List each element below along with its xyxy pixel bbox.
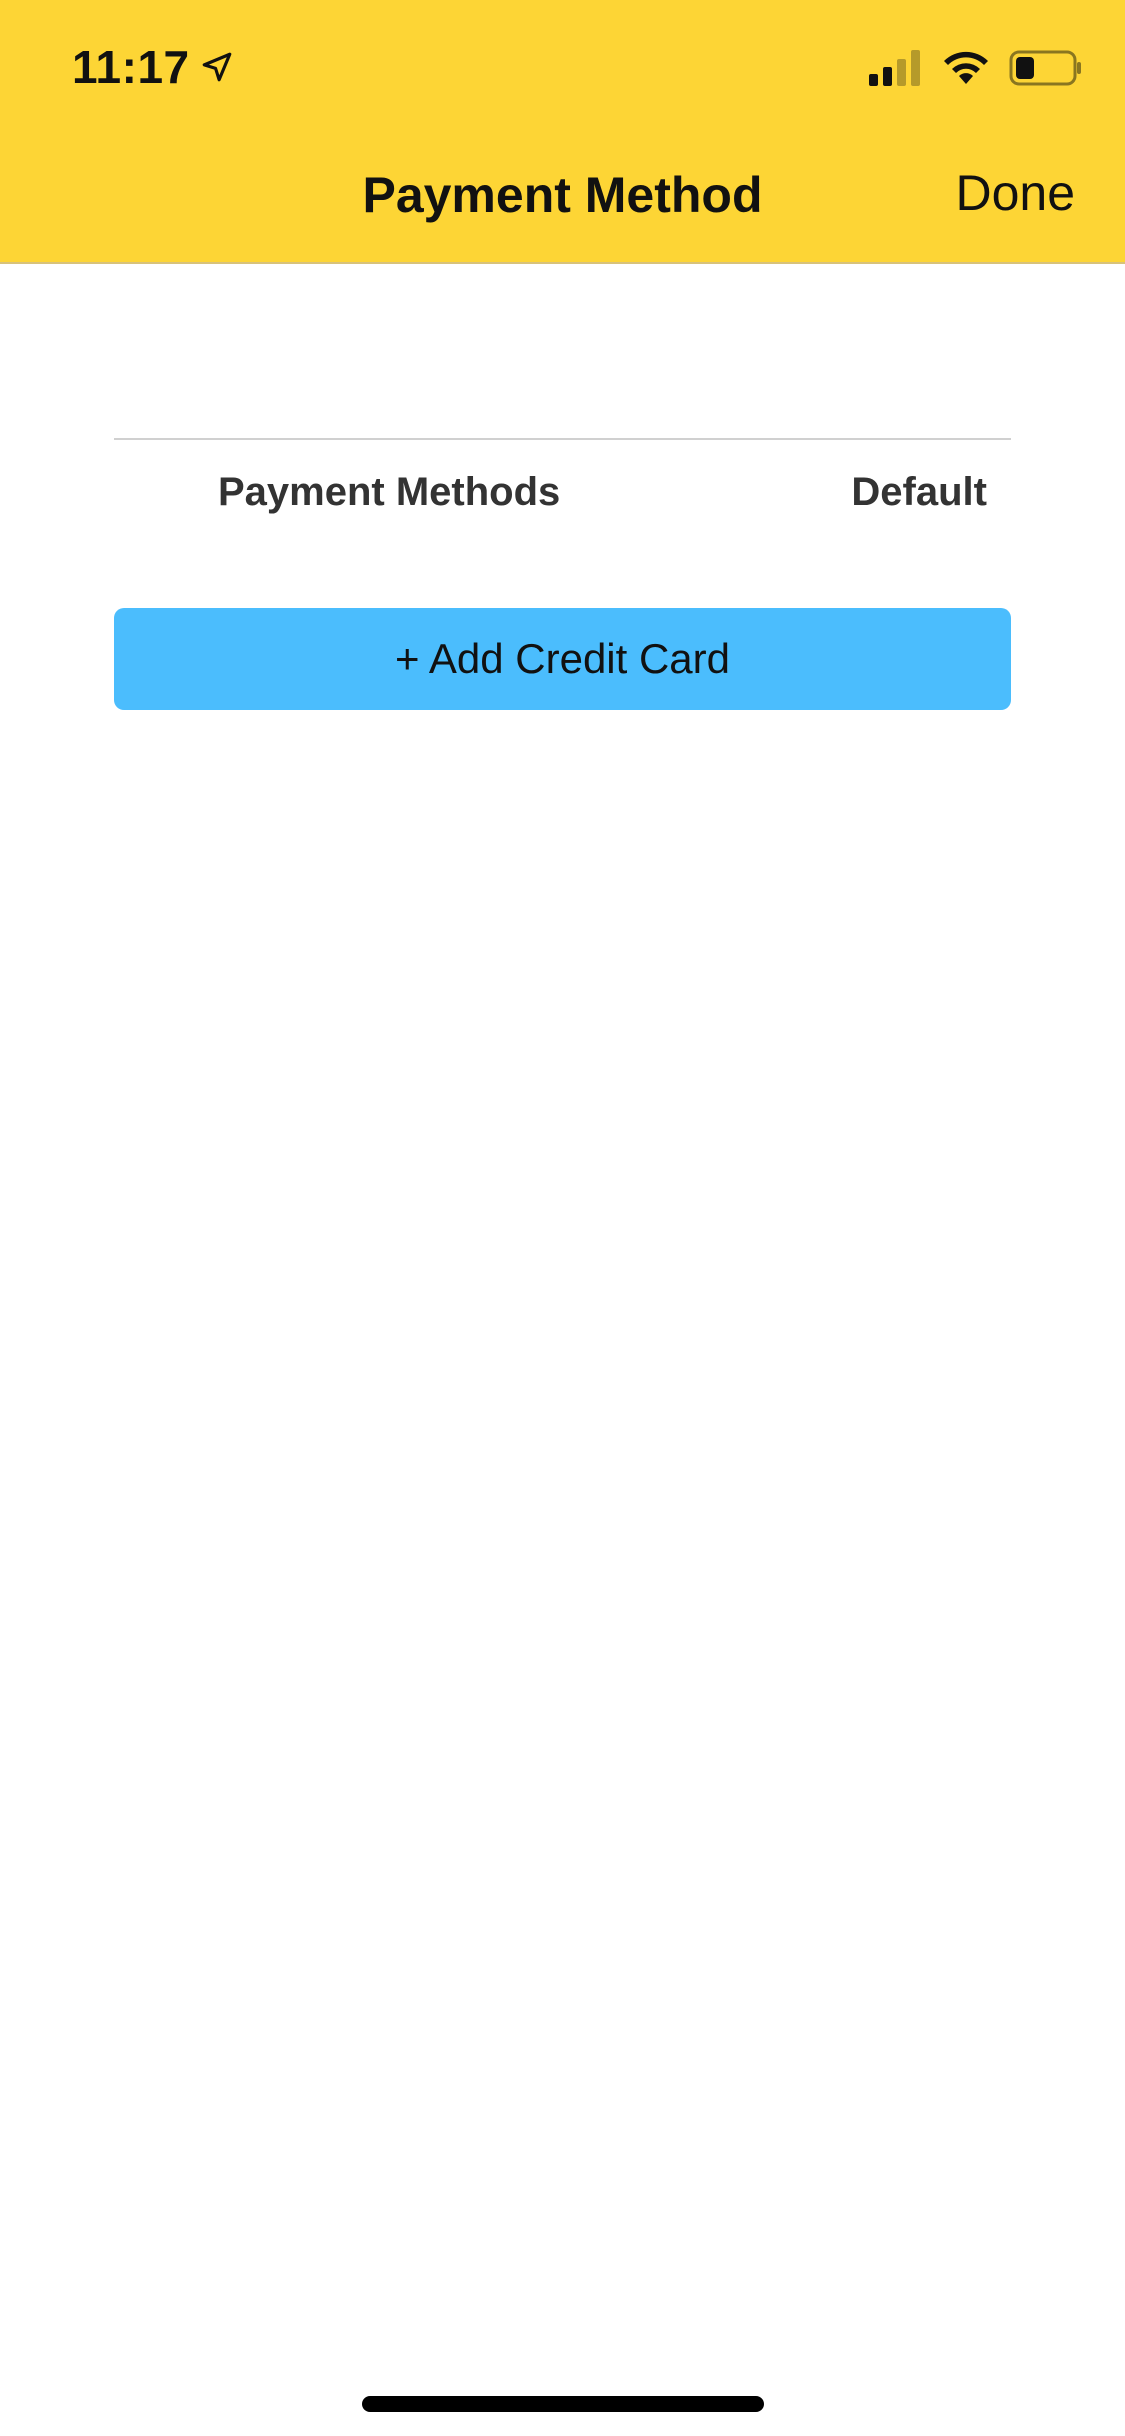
wifi-icon — [944, 51, 988, 84]
column-header-payment-methods: Payment Methods — [218, 470, 561, 514]
header-bar: 11:17 Payment Method Done — [0, 0, 1125, 264]
add-credit-card-button[interactable]: + Add Credit Card — [114, 608, 1011, 710]
home-indicator[interactable] — [362, 2396, 764, 2412]
battery-icon — [1009, 50, 1081, 86]
status-icons — [869, 50, 1083, 86]
column-header-default: Default — [851, 470, 987, 514]
done-button[interactable]: Done — [955, 164, 1075, 222]
payment-method-screen: 11:17 Payment Method Done Payment Method… — [0, 0, 1125, 2436]
location-arrow-icon — [202, 52, 231, 82]
add-credit-card-label: + Add Credit Card — [394, 635, 730, 682]
status-time: 11:17 — [72, 40, 234, 94]
status-time-label: 11:17 — [72, 41, 190, 93]
table-divider — [114, 438, 1011, 440]
cellular-signal-icon — [869, 50, 920, 86]
